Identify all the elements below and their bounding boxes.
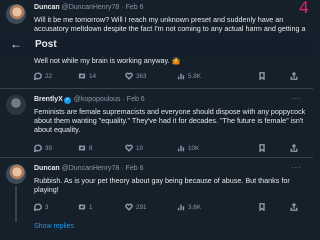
share-icon — [290, 72, 298, 80]
reply-count: 39 — [45, 144, 53, 152]
views-button[interactable]: 3.6K — [177, 203, 201, 211]
bookmark-button[interactable] — [258, 72, 266, 80]
repost-count: 14 — [89, 72, 97, 80]
thread-line — [15, 186, 17, 222]
author-handle[interactable]: @DuncanHenry78 — [62, 4, 120, 11]
views-icon — [177, 144, 185, 152]
views-icon — [177, 72, 185, 80]
like-icon — [125, 72, 133, 80]
view-count: 3.6K — [188, 203, 201, 211]
avatar[interactable] — [6, 164, 26, 184]
back-arrow-icon[interactable]: ← — [10, 37, 22, 51]
like-button[interactable]: 19 — [125, 144, 143, 152]
show-replies-link[interactable]: Show replies — [34, 223, 74, 230]
post-date[interactable]: Feb 6 — [126, 4, 144, 11]
repost-icon — [78, 203, 86, 211]
share-button[interactable] — [290, 144, 298, 152]
author-name[interactable]: Duncan — [34, 165, 60, 172]
repost-button[interactable]: 14 — [78, 72, 96, 80]
like-icon — [125, 203, 133, 211]
views-button[interactable]: 10K — [177, 144, 199, 152]
like-icon — [125, 144, 133, 152]
post-date[interactable]: Feb 6 — [126, 165, 144, 172]
repost-count: 8 — [89, 144, 93, 152]
reply-button[interactable]: 3 — [34, 203, 49, 211]
tweet-text: Feminists are female supremacists and ev… — [34, 107, 306, 135]
tweet-actions: 39 8 19 10K — [30, 144, 310, 154]
author-name[interactable]: BrentlyX — [34, 96, 63, 103]
avatar[interactable] — [6, 95, 26, 115]
bookmark-icon — [258, 144, 266, 152]
like-button[interactable]: 291 — [125, 203, 147, 211]
author-handle[interactable]: @kopopoulous — [74, 96, 121, 103]
bookmark-button[interactable] — [258, 144, 266, 152]
tweet-actions: 22 14 363 5.8K — [30, 72, 310, 82]
share-icon — [290, 203, 298, 211]
annotation-mark: 4 — [298, 0, 309, 17]
tweet-2[interactable]: BrentlyX ✓ @kopopoulous · Feb 6 ··· Femin… — [0, 89, 313, 159]
tweet-text: Rubbish. As is your pet theory about gay… — [34, 176, 290, 195]
reply-count: 3 — [45, 203, 49, 211]
like-count: 19 — [136, 144, 144, 152]
like-button[interactable]: 363 — [125, 72, 147, 80]
repost-icon — [78, 144, 86, 152]
share-button[interactable] — [290, 203, 298, 211]
reply-button[interactable]: 39 — [34, 144, 52, 152]
reply-icon — [34, 203, 42, 211]
page-title: Post — [35, 39, 57, 50]
tweet-header: BrentlyX ✓ @kopopoulous · Feb 6 — [34, 96, 145, 104]
repost-count: 1 — [89, 203, 93, 211]
repost-button[interactable]: 1 — [78, 203, 93, 211]
reply-icon — [34, 72, 42, 80]
view-count: 5.8K — [188, 72, 201, 80]
author-name[interactable]: Duncan — [34, 4, 60, 11]
views-button[interactable]: 5.8K — [177, 72, 201, 80]
more-icon[interactable]: ··· — [292, 94, 302, 103]
post-date[interactable]: Feb 6 — [127, 96, 145, 103]
tweet-actions: 3 1 291 3.6K — [30, 203, 310, 213]
views-icon — [177, 203, 185, 211]
bookmark-icon — [258, 203, 266, 211]
view-count: 10K — [188, 144, 200, 152]
author-handle[interactable]: @DuncanHenry78 — [62, 165, 120, 172]
verified-icon: ✓ — [63, 97, 71, 104]
more-icon[interactable]: ··· — [292, 163, 302, 172]
share-icon — [290, 144, 298, 152]
tweet-text-continued: Well not while my brain is working anywa… — [34, 56, 181, 65]
repost-button[interactable]: 8 — [78, 144, 93, 152]
tweet-header: Duncan @DuncanHenry78 · Feb 6 — [34, 165, 144, 172]
repost-icon — [78, 72, 86, 80]
avatar[interactable] — [6, 4, 26, 24]
post-header: ← Post — [0, 33, 313, 57]
reply-button[interactable]: 22 — [34, 72, 52, 80]
share-button[interactable] — [290, 72, 298, 80]
like-count: 363 — [136, 72, 147, 80]
tweet-header: Duncan @DuncanHenry78 · Feb 6 — [34, 4, 144, 11]
reply-count: 22 — [45, 72, 53, 80]
reply-icon — [34, 144, 42, 152]
bookmark-button[interactable] — [258, 203, 266, 211]
bookmark-icon — [258, 72, 266, 80]
like-count: 291 — [136, 203, 147, 211]
tweet-text: Will it be me tomorrow? Will I reach my … — [34, 15, 306, 34]
